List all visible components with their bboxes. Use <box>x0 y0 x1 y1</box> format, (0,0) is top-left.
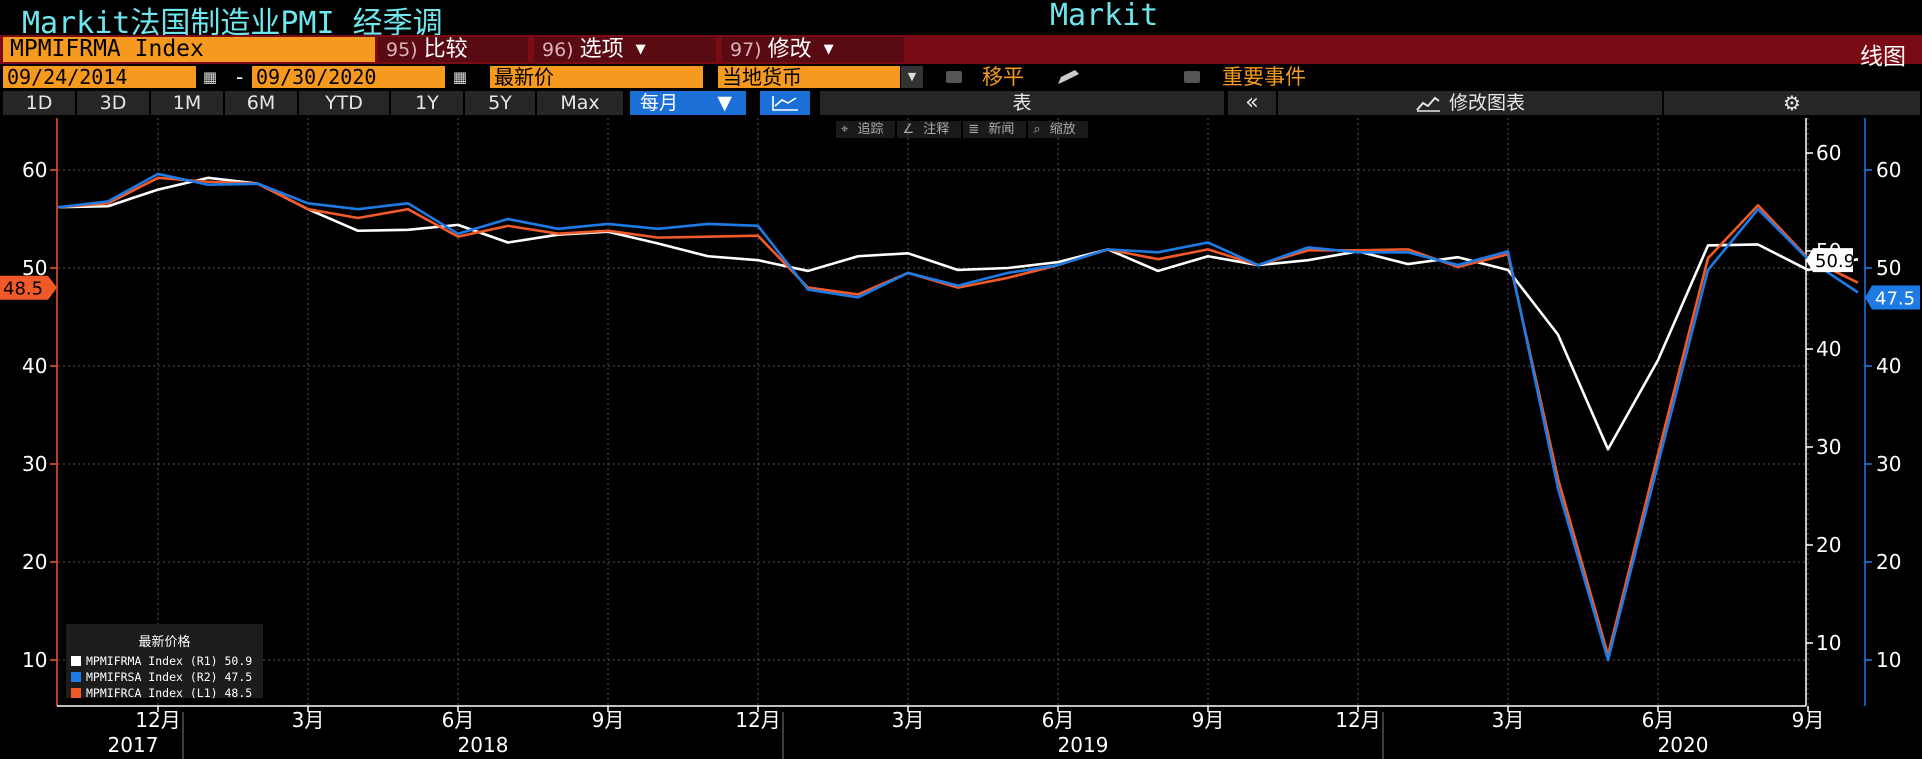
x-axis-year-label: 2020 <box>1658 733 1709 757</box>
legend-label: MPMIFRMA Index (R1) 50.9 <box>86 654 253 668</box>
series-lines <box>57 172 1859 662</box>
r1-axis-tick-label: 60 <box>1816 141 1841 165</box>
r2-last-value: 47.5 <box>1875 289 1915 310</box>
x-axis-year-label: 2018 <box>458 733 509 757</box>
left-axis-tick-label: 40 <box>22 354 47 378</box>
x-axis-month-label: 12月 <box>735 708 780 732</box>
r2-axis-tick-label: 10 <box>1876 648 1901 672</box>
left-axis-tick-label: 60 <box>22 158 47 182</box>
x-axis-month-label: 6月 <box>1042 708 1075 732</box>
r1-axis-tick-label: 30 <box>1816 435 1841 459</box>
left-axis-tick-label: 30 <box>22 452 47 476</box>
r2-axis-tick-label: 50 <box>1876 256 1901 280</box>
x-axis-month-label: 6月 <box>442 708 475 732</box>
x-axis-month-label: 3月 <box>292 708 325 732</box>
r2-axis-tick-label: 40 <box>1876 354 1901 378</box>
legend-label: MPMIFRSA Index (R2) 47.5 <box>86 670 253 684</box>
x-axis-month-label: 3月 <box>1492 708 1525 732</box>
legend-label: MPMIFRCA Index (L1) 48.5 <box>86 686 253 700</box>
pmi-line-chart: 10203040506010203040506010203040506012月3… <box>0 118 1920 759</box>
series-line-mpmifrsa-index <box>57 172 1859 662</box>
series-line-mpmifrma-index <box>57 176 1859 451</box>
left-axis-tick-label: 20 <box>22 550 47 574</box>
r1-axis-tick-label: 40 <box>1816 337 1841 361</box>
series-line-mpmifrca-index <box>57 176 1859 657</box>
x-axis-month-label: 9月 <box>1192 708 1225 732</box>
legend-title: 最新价格 <box>138 635 191 650</box>
x-axis-month-label: 9月 <box>1792 708 1825 732</box>
legend-swatch <box>71 656 81 666</box>
x-axis-month-label: 6月 <box>1642 708 1675 732</box>
legend-item: MPMIFRMA Index (R1) 50.9 <box>66 653 263 669</box>
left-axis-tick-label: 10 <box>22 648 47 672</box>
axes <box>50 118 1872 759</box>
r2-axis-tick-label: 20 <box>1876 550 1901 574</box>
x-axis-month-label: 3月 <box>892 708 925 732</box>
axis-labels: 10203040506010203040506010203040506012月3… <box>0 141 1920 757</box>
legend-item: MPMIFRSA Index (R2) 47.5 <box>66 669 263 685</box>
legend-swatch <box>71 688 81 698</box>
legend: 最新价格 MPMIFRMA Index (R1) 50.9 MPMIFRSA I… <box>66 624 263 701</box>
l1-last-value: 48.5 <box>3 279 43 300</box>
legend-swatch <box>71 672 81 682</box>
legend-item: MPMIFRCA Index (L1) 48.5 <box>66 685 263 701</box>
x-axis-year-label: 2017 <box>108 733 159 757</box>
x-axis-month-label: 9月 <box>592 708 625 732</box>
r1-last-value: 50.9 <box>1815 251 1855 272</box>
r2-axis-tick-label: 60 <box>1876 158 1901 182</box>
x-axis-month-label: 12月 <box>135 708 180 732</box>
x-axis-month-label: 12月 <box>1335 708 1380 732</box>
r2-axis-tick-label: 30 <box>1876 452 1901 476</box>
r1-axis-tick-label: 10 <box>1816 631 1841 655</box>
r1-axis-tick-label: 20 <box>1816 533 1841 557</box>
x-axis-year-label: 2019 <box>1058 733 1109 757</box>
